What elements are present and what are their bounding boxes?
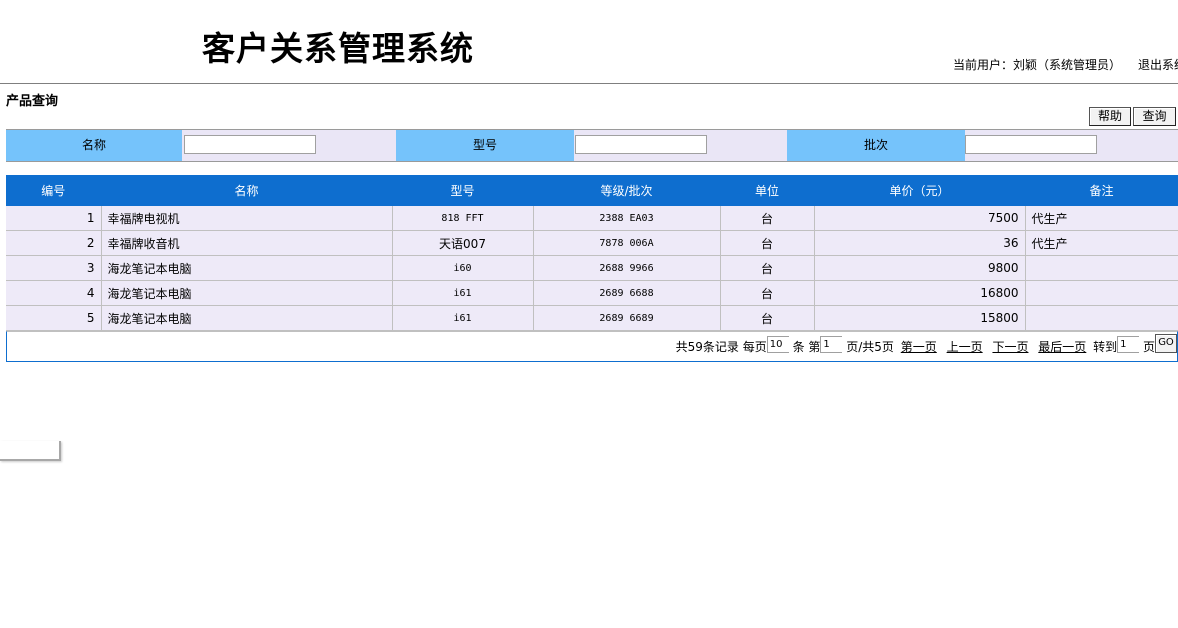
page-title: 产品查询 bbox=[6, 94, 59, 109]
cell-id: 5 bbox=[6, 305, 102, 331]
cell-remark bbox=[1025, 305, 1178, 331]
table-row[interactable]: 4 海龙笔记本电脑 i61 2689 6688 台 16800 bbox=[6, 280, 1178, 306]
table-row[interactable]: 5 海龙笔记本电脑 i61 2689 6689 台 15800 bbox=[6, 305, 1178, 331]
pagination-controls: 共59条记录 每页 10 条 第1 页/共5页 第一页 上一页 下一页 最后一页 … bbox=[675, 334, 1177, 355]
table-row[interactable]: 2 幸福牌收音机 天语007 7878 006A 台 36 代生产 bbox=[6, 230, 1178, 256]
column-header-price[interactable]: 单价（元） bbox=[814, 175, 1026, 206]
name-label: 名称 bbox=[6, 130, 182, 161]
batch-input[interactable] bbox=[965, 135, 1097, 154]
help-button[interactable]: 帮助 bbox=[1089, 107, 1131, 126]
product-table: 编号 名称 型号 等级/批次 单位 单价（元） 备注 1 幸福牌电视机 818 … bbox=[6, 175, 1178, 331]
cell-price: 36 bbox=[814, 230, 1026, 256]
cell-model: 818 FFT bbox=[392, 206, 534, 231]
next-page-link[interactable]: 下一页 bbox=[992, 340, 1028, 354]
page-prefix: 第 bbox=[808, 340, 821, 354]
cell-remark: 代生产 bbox=[1025, 206, 1178, 231]
prev-page-link[interactable]: 上一页 bbox=[947, 340, 983, 354]
cell-model: i61 bbox=[392, 305, 534, 331]
cell-unit: 台 bbox=[720, 255, 815, 281]
table-row[interactable]: 1 幸福牌电视机 818 FFT 2388 EA03 台 7500 代生产 bbox=[6, 206, 1178, 231]
search-form: 名称 型号 批次 bbox=[6, 129, 1178, 162]
per-page-input[interactable]: 10 bbox=[766, 336, 789, 353]
model-label: 型号 bbox=[396, 130, 574, 161]
model-input[interactable] bbox=[575, 135, 707, 154]
cell-model: 天语007 bbox=[392, 230, 534, 256]
per-page-prefix: 每页 bbox=[742, 340, 767, 354]
cell-grade-batch: 2689 6688 bbox=[533, 280, 721, 306]
column-header-grade-batch[interactable]: 等级/批次 bbox=[533, 175, 721, 206]
cell-id: 3 bbox=[6, 255, 102, 281]
current-page-input[interactable]: 1 bbox=[820, 336, 843, 353]
page-suffix: 页/共5页 bbox=[846, 340, 894, 354]
cell-grade-batch: 2689 6689 bbox=[533, 305, 721, 331]
cell-model: i61 bbox=[392, 280, 534, 306]
cell-unit: 台 bbox=[720, 305, 815, 331]
column-header-name[interactable]: 名称 bbox=[101, 175, 393, 206]
header-divider bbox=[0, 83, 1178, 84]
app-title: 客户关系管理系统 bbox=[202, 29, 474, 68]
query-button[interactable]: 查询 bbox=[1133, 107, 1176, 126]
goto-suffix: 页 bbox=[1142, 340, 1155, 354]
goto-prefix: 转到 bbox=[1093, 340, 1118, 354]
cell-model: i60 bbox=[392, 255, 534, 281]
cell-unit: 台 bbox=[720, 230, 815, 256]
name-input[interactable] bbox=[184, 135, 316, 154]
pagination-bar: 共59条记录 每页 10 条 第1 页/共5页 第一页 上一页 下一页 最后一页 … bbox=[6, 331, 1178, 362]
cell-remark bbox=[1025, 255, 1178, 281]
cell-price: 15800 bbox=[814, 305, 1026, 331]
per-page-suffix: 条 bbox=[792, 340, 805, 354]
table-row[interactable]: 3 海龙笔记本电脑 i60 2688 9966 台 9800 bbox=[6, 255, 1178, 281]
cell-id: 4 bbox=[6, 280, 102, 306]
cell-grade-batch: 7878 006A bbox=[533, 230, 721, 256]
batch-label: 批次 bbox=[787, 130, 965, 161]
floating-box bbox=[0, 441, 61, 461]
table-header-row: 编号 名称 型号 等级/批次 单位 单价（元） 备注 bbox=[6, 175, 1178, 206]
cell-name: 海龙笔记本电脑 bbox=[101, 280, 393, 306]
column-header-remark[interactable]: 备注 bbox=[1025, 175, 1178, 206]
current-user-label: 当前用户：刘颖（系统管理员） bbox=[953, 58, 1122, 72]
cell-price: 7500 bbox=[814, 206, 1026, 231]
column-header-unit[interactable]: 单位 bbox=[720, 175, 815, 206]
cell-price: 16800 bbox=[814, 280, 1026, 306]
cell-grade-batch: 2388 EA03 bbox=[533, 206, 721, 231]
column-header-model[interactable]: 型号 bbox=[392, 175, 534, 206]
total-records: 共59条记录 bbox=[675, 340, 739, 354]
cell-unit: 台 bbox=[720, 280, 815, 306]
cell-name: 海龙笔记本电脑 bbox=[101, 255, 393, 281]
cell-name: 幸福牌电视机 bbox=[101, 206, 393, 231]
cell-name: 幸福牌收音机 bbox=[101, 230, 393, 256]
cell-grade-batch: 2688 9966 bbox=[533, 255, 721, 281]
go-button[interactable]: GO bbox=[1155, 334, 1177, 353]
cell-name: 海龙笔记本电脑 bbox=[101, 305, 393, 331]
logout-link[interactable]: 退出系统 bbox=[1138, 56, 1178, 73]
first-page-link[interactable]: 第一页 bbox=[901, 340, 937, 354]
cell-remark: 代生产 bbox=[1025, 230, 1178, 256]
cell-id: 1 bbox=[6, 206, 102, 231]
column-header-id[interactable]: 编号 bbox=[6, 175, 102, 206]
cell-id: 2 bbox=[6, 230, 102, 256]
cell-price: 9800 bbox=[814, 255, 1026, 281]
user-bar: 当前用户：刘颖（系统管理员） 退出系统 bbox=[953, 56, 1178, 73]
last-page-link[interactable]: 最后一页 bbox=[1038, 340, 1086, 354]
cell-unit: 台 bbox=[720, 206, 815, 231]
goto-page-input[interactable]: 1 bbox=[1117, 336, 1140, 353]
cell-remark bbox=[1025, 280, 1178, 306]
